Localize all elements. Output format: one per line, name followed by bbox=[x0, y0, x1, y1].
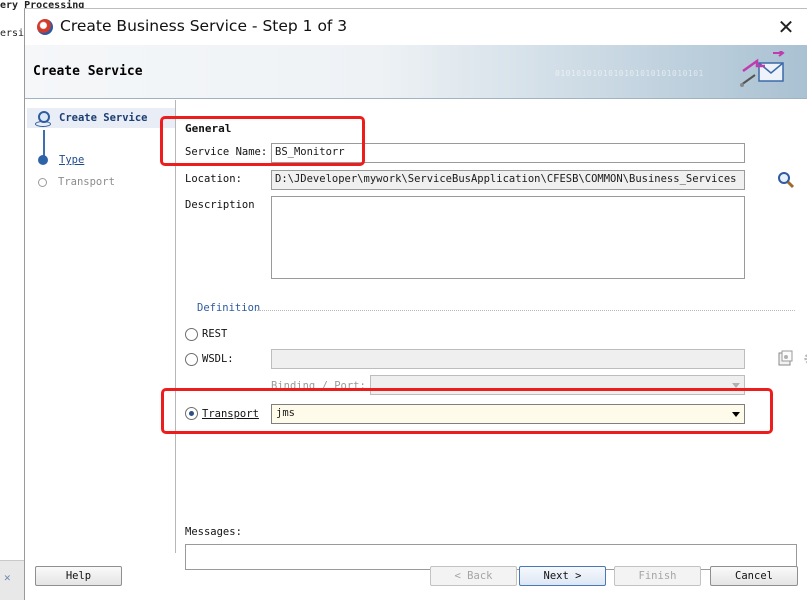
definition-section-title: Definition bbox=[197, 302, 261, 314]
messages-label: Messages: bbox=[185, 526, 242, 538]
next-button[interactable]: Next > bbox=[519, 566, 606, 586]
step-label: Transport bbox=[58, 176, 115, 188]
dialog-title: Create Business Service - Step 1 of 3 bbox=[60, 17, 348, 35]
service-name-label: Service Name: bbox=[185, 146, 268, 158]
description-label: Description bbox=[185, 199, 255, 211]
service-name-input[interactable]: BS_Monitorr bbox=[271, 143, 745, 163]
transport-label: Transport bbox=[202, 408, 259, 420]
location-field[interactable]: D:\JDeveloper\mywork\ServiceBusApplicati… bbox=[271, 170, 745, 190]
background-close-icon[interactable]: ✕ bbox=[4, 571, 11, 584]
description-textarea[interactable] bbox=[271, 196, 745, 279]
binding-port-label: Binding / Port: bbox=[271, 380, 366, 392]
step-label: Type bbox=[59, 154, 85, 166]
chevron-down-icon bbox=[732, 412, 740, 417]
wsdl-radio[interactable] bbox=[185, 353, 198, 366]
step-create-service[interactable]: Create Service bbox=[27, 108, 175, 128]
back-button[interactable]: < Back bbox=[430, 566, 517, 586]
current-step-icon bbox=[35, 110, 51, 127]
binary-decoration: 0101010101010101010101010101 bbox=[555, 69, 704, 78]
wizard-header: Create Service 0101010101010101010101010… bbox=[25, 45, 807, 99]
general-section-title: General bbox=[185, 122, 232, 135]
transport-select-value: jms bbox=[276, 407, 295, 419]
wizard-steps-panel: Create Service Type Transport bbox=[25, 100, 176, 553]
cancel-button[interactable]: Cancel bbox=[710, 566, 798, 586]
step-type[interactable]: Type bbox=[35, 150, 84, 170]
rest-label: REST bbox=[202, 328, 228, 340]
background-text-fragment: ersi bbox=[0, 28, 25, 39]
close-button[interactable]: ✕ bbox=[771, 13, 801, 41]
rest-radio[interactable] bbox=[185, 328, 198, 341]
transport-select[interactable]: jms bbox=[271, 404, 745, 424]
help-button[interactable]: Help bbox=[35, 566, 122, 586]
location-label: Location: bbox=[185, 173, 242, 185]
transport-radio[interactable] bbox=[185, 407, 198, 420]
jdeveloper-app-icon bbox=[37, 19, 53, 35]
wizard-content: General Service Name: BS_Monitorr Locati… bbox=[177, 100, 807, 570]
step-label: Create Service bbox=[59, 112, 148, 124]
gear-icon[interactable] bbox=[803, 351, 807, 366]
binding-port-select[interactable] bbox=[370, 375, 745, 395]
browse-wsdl-icon[interactable] bbox=[777, 350, 793, 366]
step-transport: Transport bbox=[35, 172, 115, 192]
step-dot-icon bbox=[38, 155, 48, 165]
search-icon[interactable] bbox=[777, 171, 795, 189]
envelope-exchange-icon bbox=[740, 51, 785, 87]
step-empty-icon bbox=[38, 177, 47, 187]
definition-divider bbox=[257, 310, 795, 311]
wsdl-label: WSDL: bbox=[202, 353, 234, 365]
create-business-service-dialog: Create Business Service - Step 1 of 3 ✕ … bbox=[24, 8, 807, 600]
wizard-header-title: Create Service bbox=[33, 64, 143, 79]
wsdl-input[interactable] bbox=[271, 349, 745, 369]
title-bar: Create Business Service - Step 1 of 3 ✕ bbox=[25, 9, 807, 45]
finish-button[interactable]: Finish bbox=[614, 566, 701, 586]
